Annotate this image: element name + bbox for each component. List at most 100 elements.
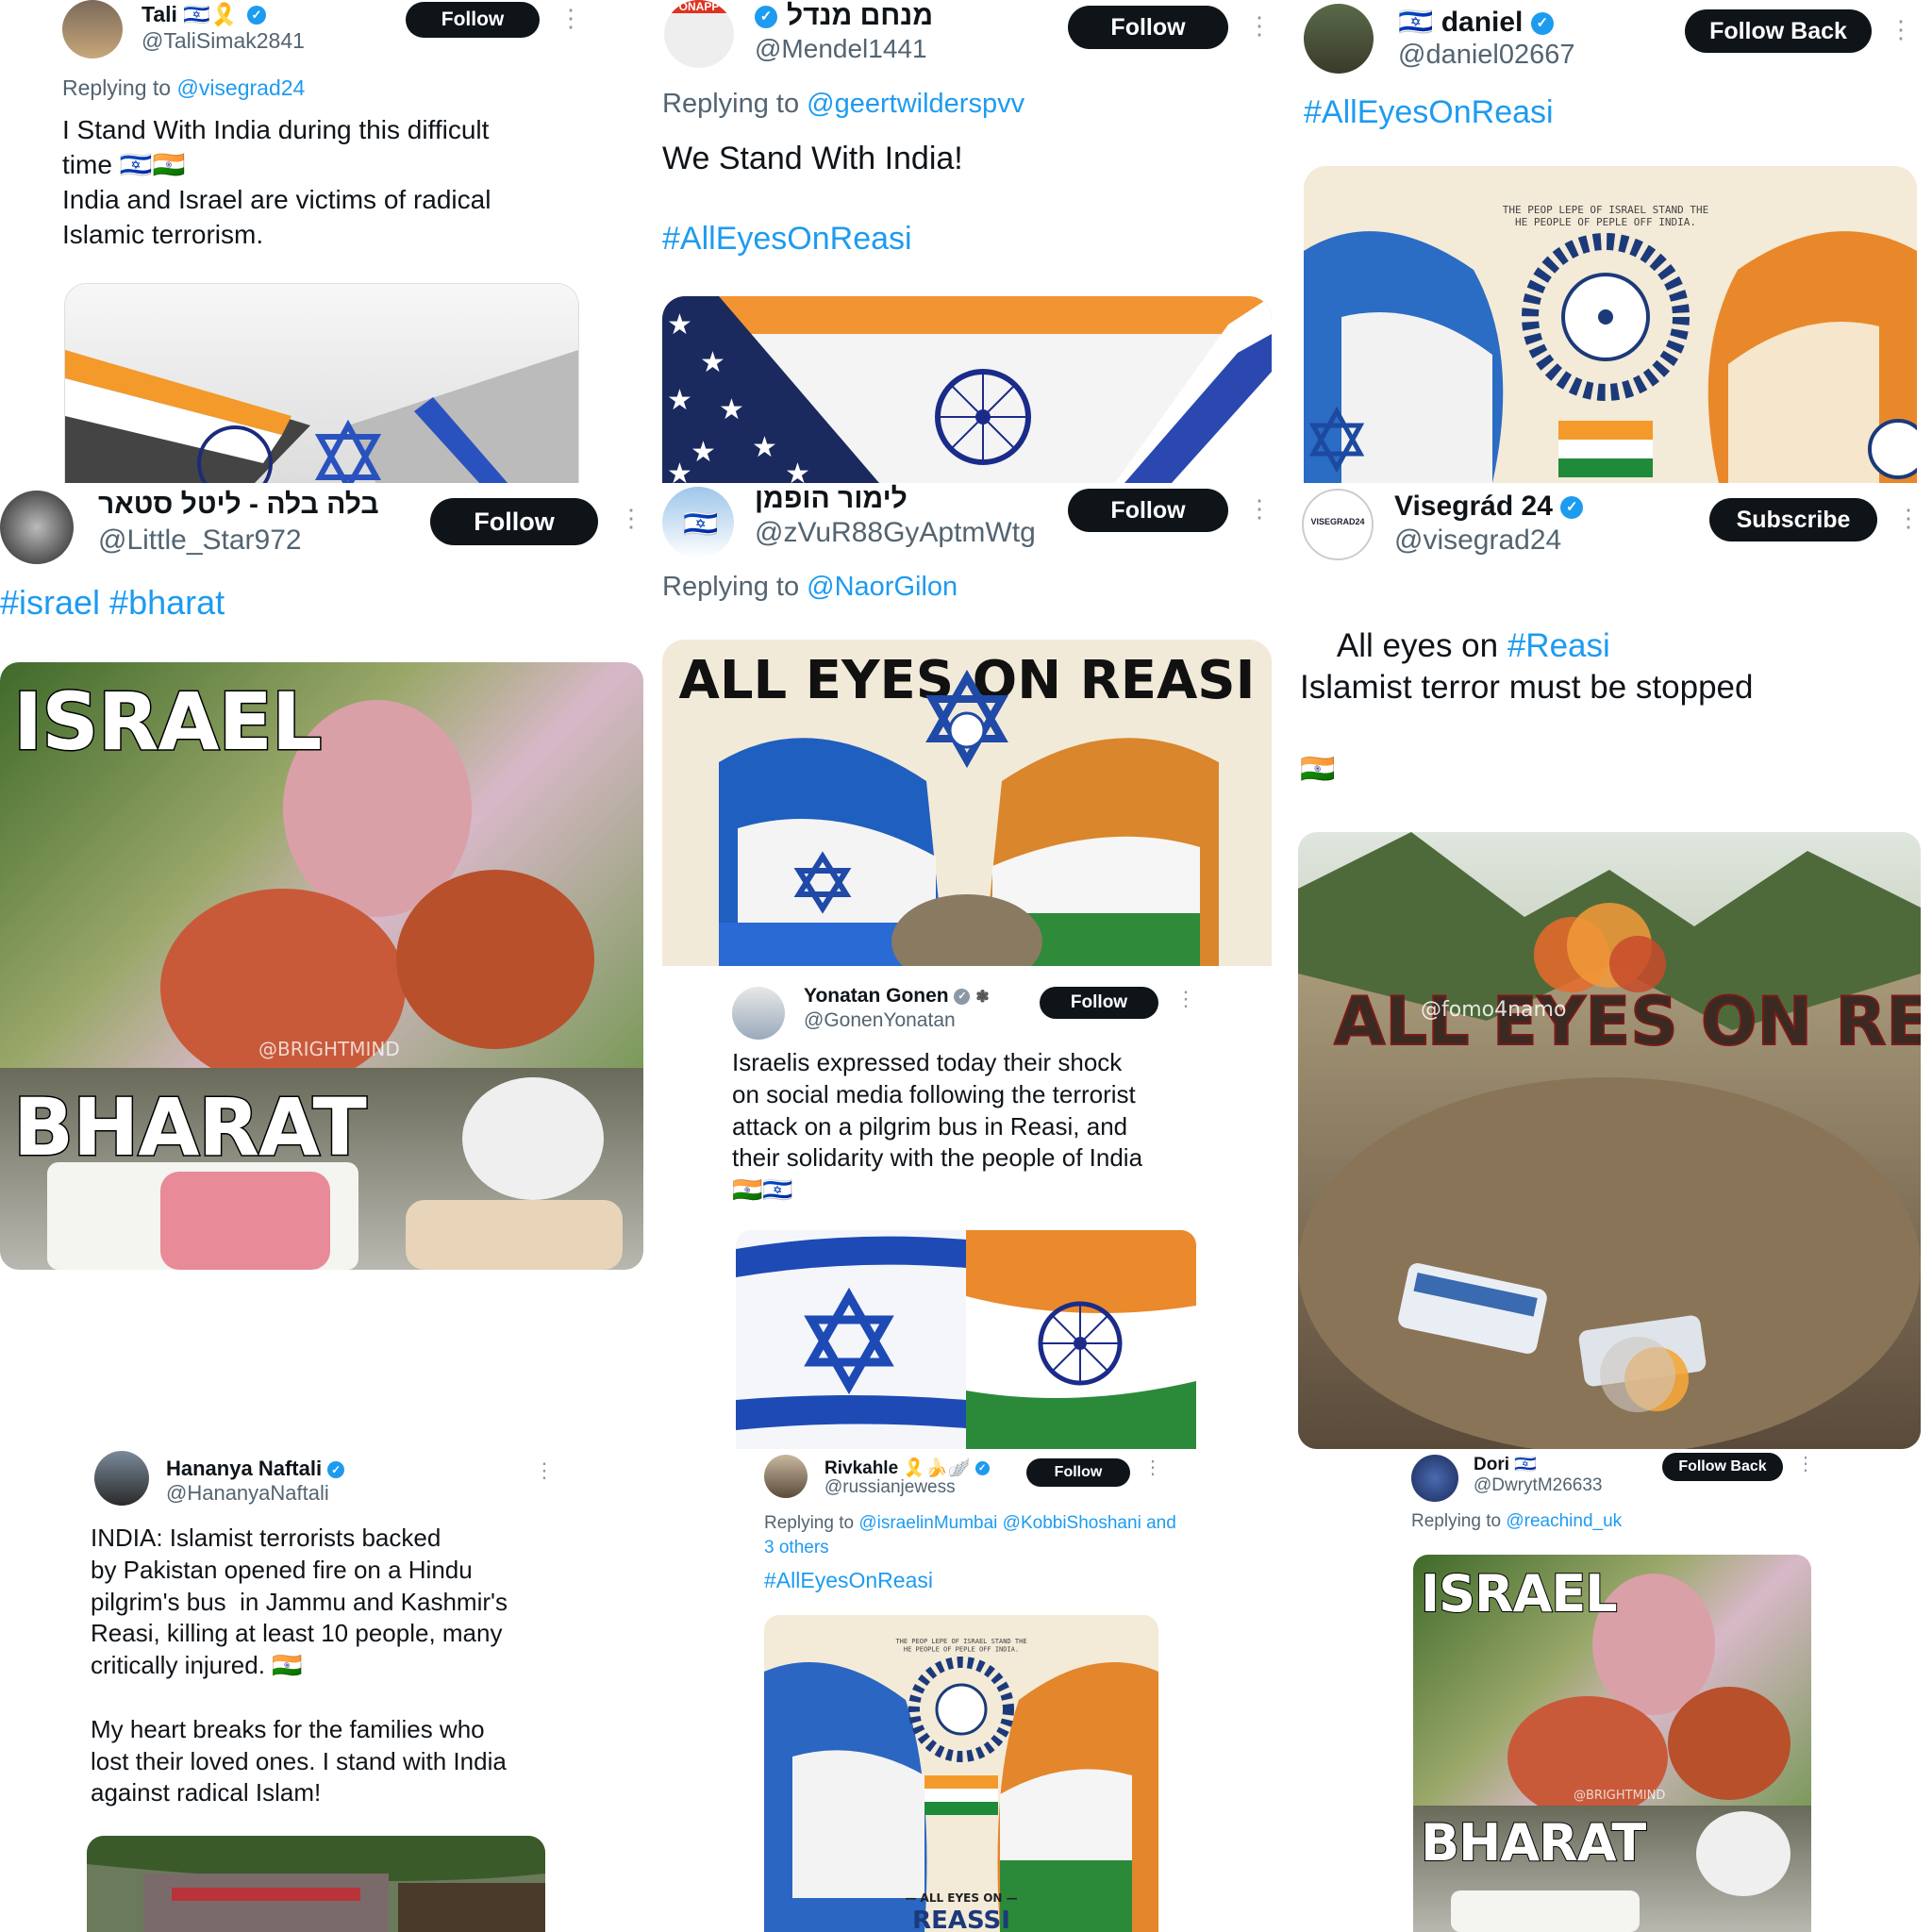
subscribe-button[interactable]: Subscribe bbox=[1709, 498, 1877, 541]
avatar[interactable] bbox=[62, 0, 123, 58]
meme-bottom-panel: BHARAT bbox=[0, 1068, 643, 1270]
tweet-card-rivkahle: Rivkahle 🎗️🍌🪽 ✓ @russianjewess Follow ⋮ … bbox=[651, 1449, 1292, 1932]
media-caption: THE PEOP LEPE OF ISRAEL STAND THE HE PEOP… bbox=[895, 1638, 1026, 1653]
tweet-media[interactable]: ISRAEL @BRIGHTMIND BHARAT bbox=[0, 662, 643, 1270]
follow-back-button[interactable]: Follow Back bbox=[1685, 9, 1872, 53]
tweet-card-yonatan: Yonatan Gonen ✓ ❃ @GonenYonatan Follow ⋮… bbox=[651, 966, 1292, 1449]
avatar[interactable] bbox=[1411, 1455, 1458, 1502]
verified-icon: ✓ bbox=[1530, 12, 1554, 36]
user-handle[interactable]: @russianjewess bbox=[824, 1477, 956, 1498]
user-handle[interactable]: @GonenYonatan bbox=[804, 1009, 956, 1032]
more-options-icon[interactable]: ⋮ bbox=[1143, 1458, 1162, 1477]
display-name[interactable]: 🇮🇱 daniel ✓ bbox=[1398, 6, 1554, 39]
replying-to-link[interactable]: @israelinMumbai @KobbiShoshani and bbox=[858, 1513, 1175, 1533]
follow-button[interactable]: Follow bbox=[1040, 987, 1158, 1019]
tweet-media[interactable]: ★ ★ ★ ★ ★ ★ ★ ★ bbox=[662, 296, 1272, 483]
tweet-media[interactable] bbox=[87, 1836, 545, 1932]
tweet-card-daniel: 🇮🇱 daniel ✓ @daniel02667 Follow Back ⋮ #… bbox=[1292, 0, 1932, 483]
follow-button[interactable]: Follow bbox=[1068, 6, 1228, 49]
follow-button[interactable]: Follow bbox=[1068, 489, 1228, 532]
avatar[interactable] bbox=[1304, 4, 1374, 74]
svg-text:★: ★ bbox=[667, 308, 692, 341]
tweet-card-hananya: Hananya Naftali ✓ @HananyaNaftali ⋮ INDI… bbox=[0, 1449, 651, 1932]
display-name[interactable]: Dori 🇮🇱 bbox=[1474, 1453, 1537, 1475]
avatar[interactable] bbox=[732, 987, 785, 1040]
more-options-icon[interactable]: ⋮ bbox=[1796, 1455, 1815, 1474]
display-name[interactable]: Rivkahle 🎗️🍌🪽 ✓ bbox=[824, 1457, 990, 1479]
user-handle[interactable]: @daniel02667 bbox=[1398, 40, 1574, 71]
tweet-media[interactable]: ALL EYES ON REASI @fomo4namo bbox=[1298, 832, 1921, 1449]
hashtags-link[interactable]: #israel #bharat bbox=[0, 583, 225, 623]
verified-icon: ✓ bbox=[327, 1461, 345, 1479]
avatar[interactable]: VISEGRAD24 bbox=[1302, 489, 1374, 560]
tweet-text: INDIA: Islamist terrorists backed by Pak… bbox=[91, 1524, 508, 1807]
user-handle[interactable]: @visegrad24 bbox=[1394, 525, 1561, 557]
display-name[interactable]: לימור הופמן bbox=[755, 483, 908, 515]
avatar-text: VISEGRAD24 bbox=[1310, 517, 1365, 526]
display-name[interactable]: Yonatan Gonen ✓ ❃ bbox=[804, 985, 990, 1008]
display-name[interactable]: מנחם מנדל bbox=[787, 0, 933, 32]
replying-to-link[interactable]: @geertwilderspvv bbox=[807, 89, 1024, 119]
usa-india-israel-flags-image: ★★★ ★★★ ★★ bbox=[662, 296, 1272, 483]
more-options-icon[interactable]: ⋮ bbox=[1247, 496, 1272, 521]
replying-to-link[interactable]: @visegrad24 bbox=[176, 75, 305, 100]
svg-text:★: ★ bbox=[691, 436, 716, 469]
meme-caption-bottom: BHARAT bbox=[12, 1080, 369, 1175]
tweet-media[interactable] bbox=[736, 1230, 1196, 1449]
more-options-icon[interactable]: ⋮ bbox=[1175, 989, 1196, 1009]
media-bottom-caption: — ALL EYES ON — bbox=[905, 1891, 1017, 1905]
meme-caption-top: ISRAEL bbox=[1420, 1563, 1619, 1624]
more-options-icon[interactable]: ⋮ bbox=[619, 506, 643, 530]
follow-button[interactable]: Follow bbox=[1026, 1458, 1130, 1487]
tweet-media[interactable]: THE PEOP LEPE OF ISRAEL STAND THE HE PEOP… bbox=[1304, 166, 1917, 483]
tweet-media[interactable]: ALL EYES ON REASI bbox=[662, 640, 1272, 966]
watermark-text: @fomo4namo bbox=[1421, 998, 1566, 1022]
user-handle[interactable]: @TaliSimak2841 bbox=[142, 28, 305, 54]
display-name[interactable]: בלה בלה - ליטל סטאר bbox=[98, 489, 379, 521]
hashtag-link[interactable]: #AllEyesOnReasi bbox=[1304, 94, 1554, 131]
more-options-icon[interactable]: ⋮ bbox=[1247, 13, 1272, 38]
user-handle[interactable]: @HananyaNaftali bbox=[166, 1481, 329, 1506]
user-handle[interactable]: @Little_Star972 bbox=[98, 525, 302, 557]
hashtag-link[interactable]: #AllEyesOnReasi bbox=[662, 221, 912, 258]
more-options-icon[interactable]: ⋮ bbox=[1896, 506, 1921, 530]
more-options-icon[interactable]: ⋮ bbox=[534, 1460, 555, 1481]
hashtag-link[interactable]: #AllEyesOnReasi bbox=[764, 1568, 933, 1593]
follow-button[interactable]: Follow bbox=[406, 2, 540, 38]
meme-top-panel: ISRAEL @BRIGHTMIND bbox=[0, 662, 643, 1087]
tweet-card-limor: 🇮🇱 לימור הופמן @zVuR88GyAptmWtg Follow ⋮… bbox=[651, 483, 1292, 966]
india-flag-icon: 🇮🇳 bbox=[1300, 754, 1336, 785]
user-handle[interactable]: @DwrytM26633 bbox=[1474, 1475, 1603, 1496]
display-name[interactable]: Hananya Naftali ✓ bbox=[166, 1457, 345, 1481]
avatar[interactable]: ONAPP bbox=[664, 0, 734, 68]
display-name[interactable]: Visegrád 24 ✓ bbox=[1394, 491, 1584, 523]
watermark-text: @BRIGHTMIND bbox=[258, 1038, 400, 1060]
user-handle[interactable]: @Mendel1441 bbox=[755, 34, 927, 64]
tweet-media[interactable] bbox=[64, 283, 579, 483]
replying-label: Replying to bbox=[764, 1513, 855, 1533]
more-options-icon[interactable]: ⋮ bbox=[1889, 17, 1913, 42]
more-options-icon[interactable]: ⋮ bbox=[558, 6, 583, 30]
avatar[interactable] bbox=[764, 1455, 808, 1498]
avatar[interactable]: 🇮🇱 bbox=[662, 487, 734, 558]
replying-to: Replying to @visegrad24 bbox=[62, 75, 305, 101]
replying-to-link[interactable]: @reachind_uk bbox=[1506, 1511, 1622, 1531]
avatar[interactable] bbox=[94, 1451, 149, 1506]
tweet-media[interactable]: THE PEOP LEPE OF ISRAEL STAND THE HE PEOP… bbox=[764, 1615, 1158, 1932]
svg-text:★: ★ bbox=[752, 431, 777, 464]
tweet-card-tali: Tali 🇮🇱🎗️ ✓ @TaliSimak2841 Follow ⋮ Repl… bbox=[0, 0, 651, 483]
media-letters: ALL EYES ON REASI bbox=[1334, 983, 1921, 1060]
israel-flag-icon: 🇮🇱 bbox=[683, 508, 719, 540]
follow-button[interactable]: Follow bbox=[430, 498, 598, 545]
tweet-media[interactable]: ISRAEL @BRIGHTMIND BHARAT bbox=[1413, 1555, 1811, 1932]
tweet-card-little-star: בלה בלה - ליטל סטאר @Little_Star972 Foll… bbox=[0, 483, 651, 1449]
avatar[interactable] bbox=[0, 491, 74, 564]
tweet-card-visegrad: VISEGRAD24 Visegrád 24 ✓ @visegrad24 Sub… bbox=[1292, 483, 1932, 1449]
user-handle[interactable]: @zVuR88GyAptmWtg bbox=[755, 517, 1036, 549]
replying-to-link[interactable]: @NaorGilon bbox=[807, 572, 958, 602]
verified-icon: ✓ bbox=[755, 6, 777, 28]
hashtag-link[interactable]: #Reasi bbox=[1507, 627, 1610, 664]
replying-more-link[interactable]: 3 others bbox=[764, 1538, 829, 1558]
display-name[interactable]: Tali 🇮🇱🎗️ bbox=[142, 2, 238, 27]
follow-back-button[interactable]: Follow Back bbox=[1662, 1453, 1783, 1481]
